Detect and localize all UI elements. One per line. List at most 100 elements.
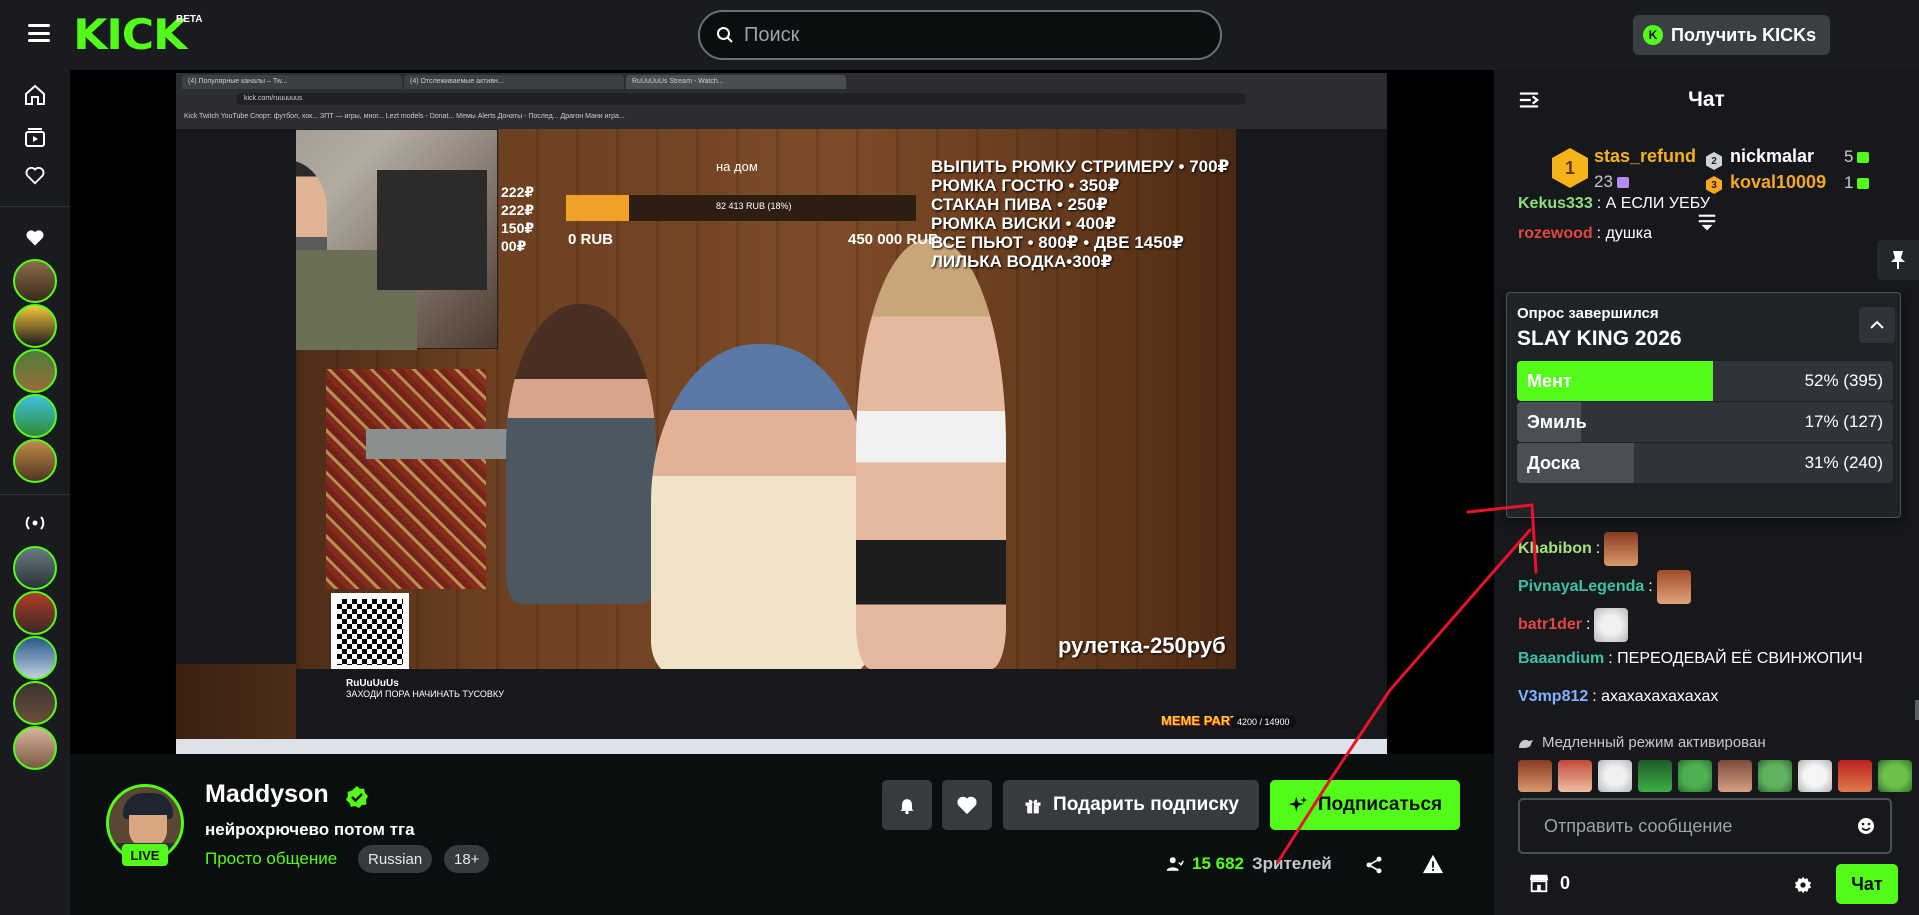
gift-icon: [1025, 799, 1041, 814]
person-center: [651, 344, 871, 674]
leaderboard-count: 23: [1594, 172, 1629, 192]
chat-send-button[interactable]: Чат: [1836, 864, 1898, 904]
subscribe-label: Подписаться: [1317, 794, 1443, 815]
poll-option: Доска 31% (240): [1517, 443, 1893, 483]
recommended-channel-avatar[interactable]: [13, 546, 57, 590]
tag-mature[interactable]: 18+: [444, 845, 490, 873]
browse-icon[interactable]: [20, 122, 50, 152]
quick-emote[interactable]: [1518, 760, 1552, 792]
emote-quick-bar: [1518, 760, 1912, 792]
kick-logo[interactable]: KICK: [73, 14, 187, 56]
chat-input-box[interactable]: [1518, 798, 1892, 854]
gift-subscription-button[interactable]: Подарить подписку: [1003, 780, 1259, 830]
video-player[interactable]: (4) Популярные каналы – Tw... (4) Отслеж…: [70, 70, 1494, 754]
chat-header: Чат: [1494, 70, 1919, 130]
live-channels-icon: [20, 508, 50, 538]
chat-username[interactable]: rozewood: [1518, 225, 1593, 243]
gift-sub-icon: [1857, 152, 1870, 164]
followed-channel-avatar[interactable]: [13, 394, 57, 438]
get-kicks-button[interactable]: K Получить KICKs: [1633, 15, 1831, 55]
followed-channel-avatar[interactable]: [13, 349, 57, 393]
captured-kick-chat: [1236, 129, 1387, 739]
chat-message: PivnayaLegenda:: [1518, 570, 1691, 604]
poll-collapse-button[interactable]: [1859, 307, 1895, 343]
beta-badge: BETA: [176, 14, 203, 25]
followed-channel-avatar[interactable]: [13, 304, 57, 348]
chat-settings-gear-icon[interactable]: [1794, 876, 1812, 894]
quick-emote[interactable]: [1758, 760, 1792, 792]
follow-button[interactable]: [942, 780, 992, 830]
chat-username[interactable]: batr1der: [1518, 616, 1582, 634]
left-rail: [0, 70, 70, 915]
channel-name[interactable]: Maddyson: [205, 780, 329, 809]
captured-browser-tab: RuUuUuUs Stream - Watch...: [626, 75, 846, 89]
leaderboard-name[interactable]: koval10009: [1730, 172, 1826, 193]
stream-category-link[interactable]: Просто общение: [205, 849, 337, 869]
store-icon[interactable]: [1528, 872, 1550, 894]
captured-browser-tab: (4) Отслеживаемые активн...: [404, 75, 624, 89]
leaderboard-name[interactable]: nickmalar: [1730, 146, 1814, 167]
menu-icon[interactable]: [28, 24, 50, 42]
donation-item: ЛИЛЬКА ВОДКА•300₽: [931, 252, 1113, 271]
gift-sub-icon: [1857, 178, 1870, 190]
captured-kick-sidebar: [176, 129, 296, 664]
quick-emote[interactable]: [1558, 760, 1592, 792]
emoji-picker-icon[interactable]: [1856, 816, 1876, 836]
kicks-coin-icon: K: [1643, 25, 1663, 45]
poll-option-label: Эмиль: [1527, 412, 1587, 432]
viewer-count-label: Зрителей: [1252, 854, 1332, 873]
leaderboard-count: 5: [1844, 147, 1870, 167]
recommended-channel-avatar[interactable]: [13, 636, 57, 680]
pin-button[interactable]: [1877, 240, 1919, 280]
chat-message-input[interactable]: [1544, 816, 1834, 837]
tag-language[interactable]: Russian: [358, 845, 433, 873]
donation-item: ВЫПИТЬ РЮМКУ СТРИМЕРУ • 700₽: [931, 157, 1230, 176]
slow-mode-text: Медленный режим активирован: [1542, 734, 1766, 751]
chat-username[interactable]: V3mp812: [1518, 688, 1588, 706]
report-icon[interactable]: [1422, 854, 1444, 874]
quick-emote[interactable]: [1718, 760, 1752, 792]
chat-title: Чат: [1688, 88, 1725, 111]
home-icon[interactable]: [20, 80, 50, 110]
chat-message: Baaandium: ПЕРЕОДЕВАЙ ЕЁ СВИНЖОПИЧ: [1518, 650, 1863, 668]
poll-option-percent: 17% (127): [1804, 412, 1883, 431]
recommended-channel-avatar[interactable]: [13, 681, 57, 725]
chevron-up-icon: [1870, 320, 1884, 329]
chat-text: : ПЕРЕОДЕВАЙ ЕЁ СВИНЖОПИЧ: [1608, 650, 1863, 667]
share-icon[interactable]: [1364, 855, 1384, 875]
followed-channels-icon: [20, 223, 50, 253]
chat-scrollbar[interactable]: [1915, 700, 1919, 720]
side-price: 00₽: [501, 238, 527, 254]
quick-emote[interactable]: [1798, 760, 1832, 792]
quick-emote[interactable]: [1638, 760, 1672, 792]
side-price: 222₽: [501, 184, 535, 200]
quick-emote[interactable]: [1878, 760, 1912, 792]
followed-channel-avatar[interactable]: [13, 259, 57, 303]
leaderboard-count-value: 23: [1594, 172, 1613, 191]
quick-emote[interactable]: [1598, 760, 1632, 792]
quick-emote[interactable]: [1678, 760, 1712, 792]
leaderboard-name[interactable]: stas_refund: [1594, 146, 1696, 167]
chat-username[interactable]: Baaandium: [1518, 650, 1604, 668]
gift-subscription-label: Подарить подписку: [1053, 794, 1239, 815]
chat-username[interactable]: Kekus333: [1518, 195, 1593, 213]
chat-text: :: [1595, 540, 1601, 557]
following-heart-icon[interactable]: [20, 160, 50, 190]
captured-bookmarks: Kick Twitch YouTube Спорт: футбол, хок..…: [184, 113, 625, 120]
chat-message: batr1der:: [1518, 608, 1629, 642]
search-input[interactable]: [744, 23, 1184, 47]
quick-emote[interactable]: [1838, 760, 1872, 792]
leaderboard-toggle-icon[interactable]: [1696, 212, 1718, 234]
recommended-channel-avatar[interactable]: [13, 726, 57, 770]
heart-icon: [957, 796, 977, 815]
search-bar[interactable]: [698, 10, 1222, 60]
recommended-channel-avatar[interactable]: [13, 591, 57, 635]
donation-item: ВСЕ ПЬЮТ • 800₽ • ДВЕ 1450₽: [931, 233, 1184, 252]
subscribe-button[interactable]: Подписаться: [1270, 780, 1460, 830]
followed-channel-avatar[interactable]: [13, 439, 57, 483]
chat-username[interactable]: PivnayaLegenda: [1518, 578, 1644, 596]
notifications-button[interactable]: [882, 780, 932, 830]
stream-video[interactable]: (4) Популярные каналы – Tw... (4) Отслеж…: [176, 73, 1387, 754]
qr-code: [331, 593, 409, 671]
chat-username[interactable]: Khabibon: [1518, 540, 1592, 558]
